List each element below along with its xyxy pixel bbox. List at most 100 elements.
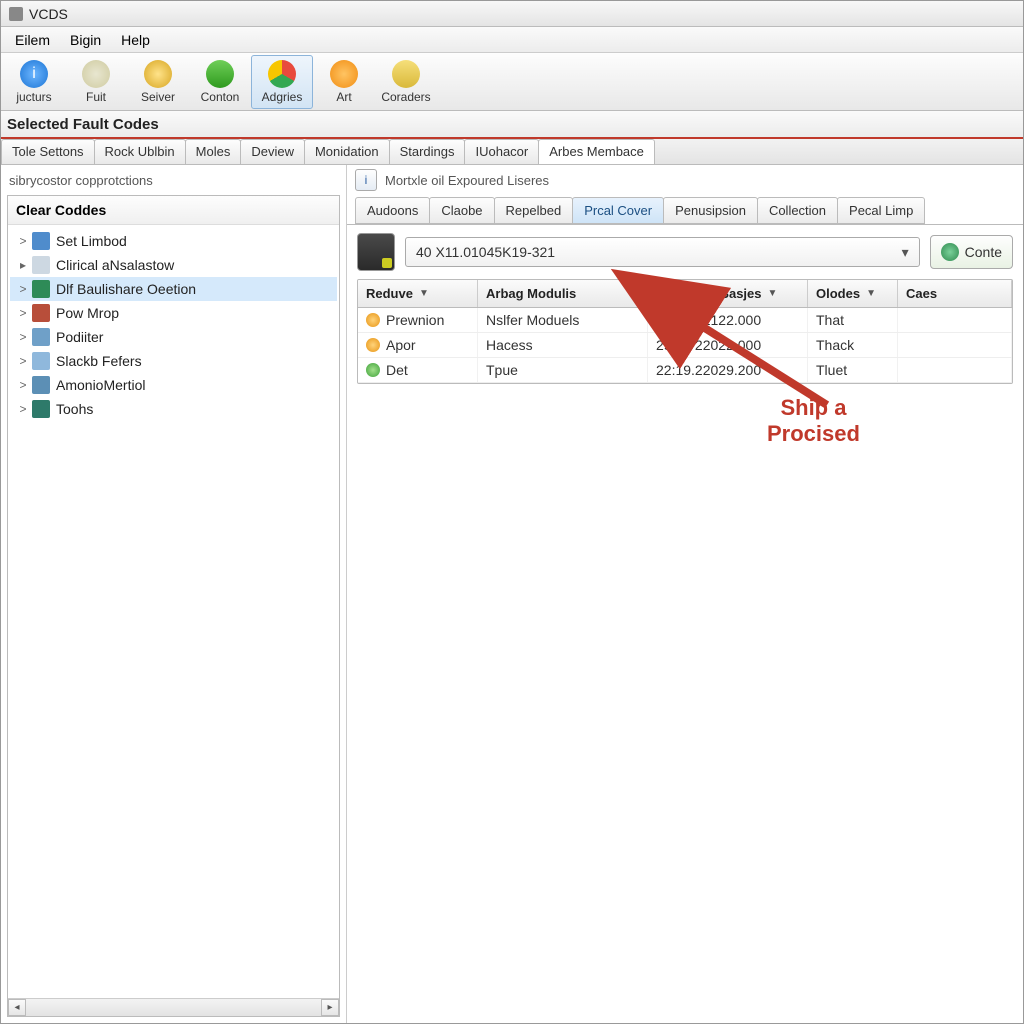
toolbar-coraders-button[interactable]: Coraders xyxy=(375,55,437,109)
subtab-4[interactable]: Penusipsion xyxy=(663,197,758,224)
toolbar: ijucturs Fuit Seiver Conton Adgries Art … xyxy=(1,53,1023,111)
tree-expander-icon[interactable]: ▸ xyxy=(16,258,30,272)
tree-node-icon xyxy=(32,256,50,274)
tree-expander-icon[interactable]: > xyxy=(16,234,30,248)
tree-node-icon xyxy=(32,280,50,298)
tree-expander-icon[interactable]: > xyxy=(16,354,30,368)
main-tab-4[interactable]: Monidation xyxy=(304,139,390,164)
info-icon: i xyxy=(20,60,48,88)
flame-icon xyxy=(330,60,358,88)
subtab-5[interactable]: Collection xyxy=(757,197,838,224)
main-tab-1[interactable]: Rock Ublbin xyxy=(94,139,186,164)
tree-node-icon xyxy=(32,328,50,346)
toolbar-structures-button[interactable]: ijucturs xyxy=(3,55,65,109)
tree-expander-icon[interactable]: > xyxy=(16,378,30,392)
main-tab-7[interactable]: Arbes Membace xyxy=(538,139,655,164)
toolbar-art-button[interactable]: Art xyxy=(313,55,375,109)
tree-item-3[interactable]: >Pow Mrop xyxy=(10,301,337,325)
info-mini-button[interactable]: i xyxy=(355,169,377,191)
section-title: Selected Fault Codes xyxy=(7,116,159,133)
tree-expander-icon[interactable]: > xyxy=(16,402,30,416)
table-row[interactable]: PrewnionNslfer Moduels65:01.22122.000Tha… xyxy=(358,308,1012,333)
tree-expander-icon[interactable]: > xyxy=(16,282,30,296)
column-caes[interactable]: Caes xyxy=(898,280,1012,307)
tree-horizontal-scrollbar[interactable]: ◂ ▸ xyxy=(8,998,339,1016)
module-chip-icon[interactable] xyxy=(357,233,395,271)
column-olodes[interactable]: Olodes▼ xyxy=(808,280,898,307)
app-window: VCDS Eilem Bigin Help ijucturs Fuit Seiv… xyxy=(0,0,1024,1024)
tree-item-2[interactable]: >Dlf Baulishare Oeetion xyxy=(10,277,337,301)
subtab-6[interactable]: Pecal Limp xyxy=(837,197,925,224)
tree-header[interactable]: Clear Coddes xyxy=(8,196,339,225)
subtab-2[interactable]: Repelbed xyxy=(494,197,574,224)
menu-help[interactable]: Help xyxy=(111,29,160,51)
tree-item-0[interactable]: > Set Limbod xyxy=(10,229,337,253)
main-tab-6[interactable]: IUohacor xyxy=(464,139,539,164)
tree-node-icon xyxy=(32,376,50,394)
camera-icon xyxy=(82,60,110,88)
tree-item-4[interactable]: > Podiiter xyxy=(10,325,337,349)
tree-expander-icon[interactable]: > xyxy=(16,330,30,344)
tree-node-icon xyxy=(32,232,50,250)
module-selector-combo[interactable]: 40 X11.01045K19-321 xyxy=(405,237,920,267)
main-tab-strip: Tole SettonsRock UblbinMolesDeviewMonida… xyxy=(1,139,1023,165)
subtab-0[interactable]: Audoons xyxy=(355,197,430,224)
toolbar-fuit-button[interactable]: Fuit xyxy=(65,55,127,109)
tree-item-6[interactable]: >AmonioMertiol xyxy=(10,373,337,397)
toolbar-server-button[interactable]: Seiver xyxy=(127,55,189,109)
status-icon xyxy=(366,338,380,352)
left-breadcrumb: sibrycostor copprotctions xyxy=(1,165,346,195)
main-tab-5[interactable]: Stardings xyxy=(389,139,466,164)
menu-file[interactable]: Eilem xyxy=(5,29,60,51)
tree-panel: Clear Coddes > Set Limbod ▸Clirical aNsala… xyxy=(7,195,340,1017)
toolbar-conton-button[interactable]: Conton xyxy=(189,55,251,109)
tree-body[interactable]: > Set Limbod ▸Clirical aNsalastow>Dlf Baul… xyxy=(8,225,339,998)
tree-node-icon xyxy=(32,304,50,322)
context-button[interactable]: Conte xyxy=(930,235,1013,269)
main-tab-0[interactable]: Tole Settons xyxy=(1,139,95,164)
subtab-1[interactable]: Claobe xyxy=(429,197,494,224)
grid-header-row: Reduve▼ Arbag Modulis UAF Seell Sasjes▼ … xyxy=(358,280,1012,308)
column-arbag[interactable]: Arbag Modulis xyxy=(478,280,648,307)
column-uaf[interactable]: UAF Seell Sasjes▼ xyxy=(648,280,808,307)
main-tab-2[interactable]: Moles xyxy=(185,139,242,164)
annotation-text: Ship a Procised xyxy=(767,395,860,448)
dropdown-icon: ▼ xyxy=(419,288,429,299)
title-bar[interactable]: VCDS xyxy=(1,1,1023,27)
tree-item-label: Set Limbod xyxy=(56,233,127,249)
window-title: VCDS xyxy=(29,6,68,22)
status-icon xyxy=(366,313,380,327)
tree-item-7[interactable]: > Toohs xyxy=(10,397,337,421)
tree-item-1[interactable]: ▸Clirical aNsalastow xyxy=(10,253,337,277)
tree-item-label: Toohs xyxy=(56,401,93,417)
globe-icon xyxy=(941,243,959,261)
app-icon xyxy=(9,7,23,21)
dropdown-icon: ▼ xyxy=(768,288,778,299)
scroll-left-button[interactable]: ◂ xyxy=(8,999,26,1016)
chrome-icon xyxy=(268,60,296,88)
table-row[interactable]: DetTpue22:19.22029.200Tluet xyxy=(358,358,1012,383)
tree-expander-icon[interactable]: > xyxy=(16,306,30,320)
status-icon xyxy=(366,363,380,377)
tree-node-icon xyxy=(32,400,50,418)
right-pane: i Mortxle oil Expoured Liseres AudoonsCl… xyxy=(347,165,1023,1023)
content-area: sibrycostor copprotctions Clear Coddes >… xyxy=(1,165,1023,1023)
scroll-track[interactable] xyxy=(26,999,321,1016)
document-icon xyxy=(392,60,420,88)
menu-begin[interactable]: Bigin xyxy=(60,29,111,51)
table-row[interactable]: AporHacess29.01 22022.000Thack xyxy=(358,333,1012,358)
tree-node-icon xyxy=(32,352,50,370)
menu-bar: Eilem Bigin Help xyxy=(1,27,1023,53)
tree-item-label: Slackb Fefers xyxy=(56,353,142,369)
selector-row: 40 X11.01045K19-321 Conte xyxy=(347,225,1023,279)
main-tab-3[interactable]: Deview xyxy=(240,139,305,164)
scroll-right-button[interactable]: ▸ xyxy=(321,999,339,1016)
tree-item-5[interactable]: > Slackb Fefers xyxy=(10,349,337,373)
data-grid: Reduve▼ Arbag Modulis UAF Seell Sasjes▼ … xyxy=(357,279,1013,384)
right-panel-label: i Mortxle oil Expoured Liseres xyxy=(347,165,1023,195)
toolbar-adgries-button[interactable]: Adgries xyxy=(251,55,313,109)
subtab-3[interactable]: Prcal Cover xyxy=(572,197,664,224)
module-icon xyxy=(206,60,234,88)
column-reduve[interactable]: Reduve▼ xyxy=(358,280,478,307)
tree-item-label: Podiiter xyxy=(56,329,103,345)
